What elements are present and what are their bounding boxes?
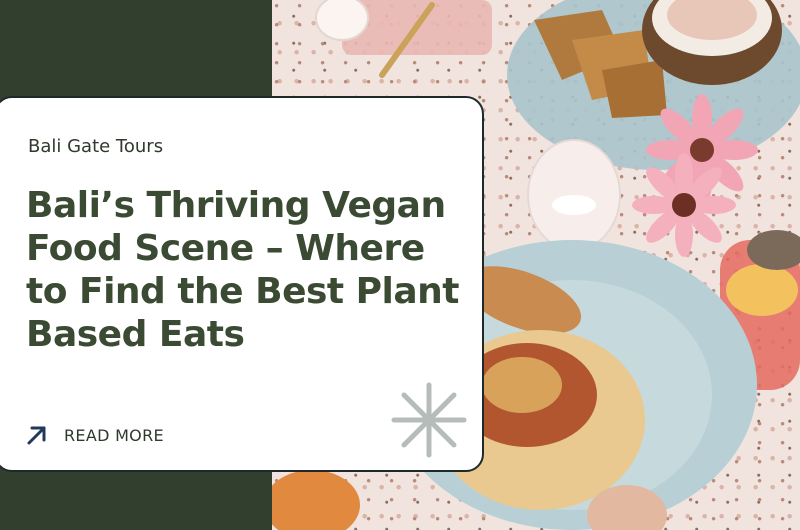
arrow-up-right-icon <box>26 424 48 446</box>
read-more-link[interactable]: READ MORE <box>26 424 164 446</box>
sparkle-icon <box>390 381 468 459</box>
category-label[interactable]: Bali Gate Tours <box>28 136 163 157</box>
article-title[interactable]: Bali’s Thriving Vegan Food Scene – Where… <box>26 184 466 356</box>
read-more-label: READ MORE <box>64 425 164 445</box>
article-card: Bali Gate Tours Bali’s Thriving Vegan Fo… <box>0 96 484 472</box>
